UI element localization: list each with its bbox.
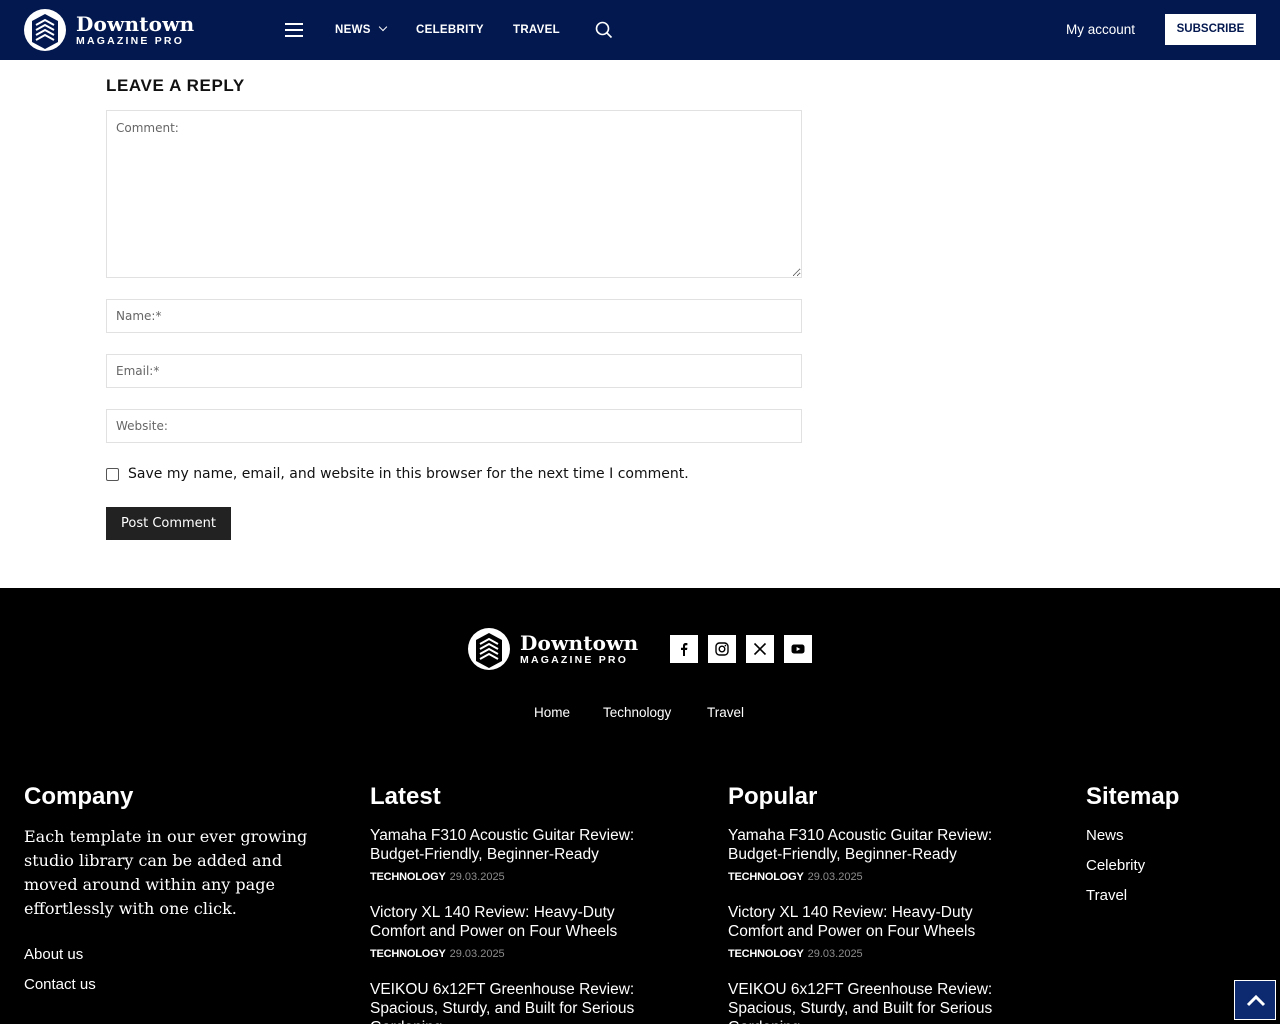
save-info-checkbox[interactable] (106, 467, 119, 481)
post-category[interactable]: TECHNOLOGY (728, 948, 804, 960)
latest-post: Yamaha F310 Acoustic Guitar Review: Budg… (370, 826, 660, 883)
facebook-icon[interactable] (670, 635, 698, 663)
back-to-top-button[interactable] (1234, 980, 1276, 1020)
popular-post: Victory XL 140 Review: Heavy-Duty Comfor… (728, 903, 1018, 960)
post-title-link[interactable]: Victory XL 140 Review: Heavy-Duty Comfor… (728, 903, 1018, 941)
logo-building-icon (24, 9, 66, 51)
post-date: 29.03.2025 (449, 871, 505, 883)
chevron-down-icon (378, 22, 387, 32)
post-category[interactable]: TECHNOLOGY (370, 871, 446, 883)
footer-logo-title: Downtown (520, 630, 639, 655)
post-title-link[interactable]: Yamaha F310 Acoustic Guitar Review: Budg… (728, 826, 1018, 864)
sitemap-link-celebrity[interactable]: Celebrity (1086, 857, 1145, 874)
save-info-row: Save my name, email, and website in this… (106, 466, 689, 482)
website-field[interactable] (106, 409, 802, 443)
contact-us-link[interactable]: Contact us (24, 976, 96, 993)
comment-textarea[interactable] (106, 110, 802, 278)
post-title-link[interactable]: VEIKOU 6x12FT Greenhouse Review: Spaciou… (370, 980, 660, 1024)
post-title-link[interactable]: VEIKOU 6x12FT Greenhouse Review: Spaciou… (728, 980, 1018, 1024)
name-field[interactable] (106, 299, 802, 333)
top-navbar: Downtown MAGAZINE PRO NEWS CELEBRITY TRA… (0, 0, 1280, 60)
sitemap-link-news[interactable]: News (1086, 827, 1124, 844)
email-field[interactable] (106, 354, 802, 388)
reply-heading: LEAVE A REPLY (106, 76, 245, 95)
youtube-icon[interactable] (784, 635, 812, 663)
footer-logo[interactable]: Downtown MAGAZINE PRO (468, 628, 638, 670)
popular-post: VEIKOU 6x12FT Greenhouse Review: Spaciou… (728, 980, 1018, 1024)
save-info-label[interactable]: Save my name, email, and website in this… (128, 466, 689, 482)
site-footer: Downtown MAGAZINE PRO Home Technology Tr… (0, 588, 1280, 1024)
logo-building-icon (468, 628, 510, 670)
about-us-link[interactable]: About us (24, 946, 83, 963)
post-date: 29.03.2025 (807, 948, 863, 960)
my-account-link[interactable]: My account (1066, 0, 1135, 60)
chevron-up-icon (1246, 994, 1266, 1007)
subscribe-button[interactable]: SUBSCRIBE (1165, 14, 1256, 45)
footer-nav-travel[interactable]: Travel (707, 705, 744, 720)
instagram-icon[interactable] (708, 635, 736, 663)
post-category[interactable]: TECHNOLOGY (728, 871, 804, 883)
search-icon[interactable] (595, 21, 613, 39)
nav-item-label: NEWS (335, 24, 371, 36)
footer-nav-technology[interactable]: Technology (603, 705, 671, 720)
x-icon[interactable] (746, 635, 774, 663)
post-category[interactable]: TECHNOLOGY (370, 948, 446, 960)
logo-title: Downtown (76, 11, 195, 36)
company-description: Each template in our ever growing studio… (24, 827, 308, 918)
logo-subtitle: MAGAZINE PRO (76, 34, 185, 47)
nav-item-travel[interactable]: TRAVEL (513, 0, 560, 60)
latest-post: Victory XL 140 Review: Heavy-Duty Comfor… (370, 903, 660, 960)
post-date: 29.03.2025 (449, 948, 505, 960)
latest-post: VEIKOU 6x12FT Greenhouse Review: Spaciou… (370, 980, 660, 1024)
site-logo[interactable]: Downtown MAGAZINE PRO (24, 9, 194, 51)
hamburger-icon[interactable] (285, 23, 303, 37)
footer-logo-subtitle: MAGAZINE PRO (520, 653, 629, 666)
nav-item-news[interactable]: NEWS (335, 0, 387, 60)
post-title-link[interactable]: Victory XL 140 Review: Heavy-Duty Comfor… (370, 903, 660, 941)
latest-heading: Latest (370, 783, 441, 810)
popular-post: Yamaha F310 Acoustic Guitar Review: Budg… (728, 826, 1018, 883)
post-comment-button[interactable]: Post Comment (106, 507, 231, 540)
footer-nav-home[interactable]: Home (534, 705, 570, 720)
company-heading: Company (24, 783, 134, 810)
sitemap-link-travel[interactable]: Travel (1086, 887, 1127, 904)
post-title-link[interactable]: Yamaha F310 Acoustic Guitar Review: Budg… (370, 826, 660, 864)
sitemap-heading: Sitemap (1086, 783, 1180, 810)
popular-heading: Popular (728, 783, 818, 810)
post-date: 29.03.2025 (807, 871, 863, 883)
nav-item-celebrity[interactable]: CELEBRITY (416, 0, 484, 60)
